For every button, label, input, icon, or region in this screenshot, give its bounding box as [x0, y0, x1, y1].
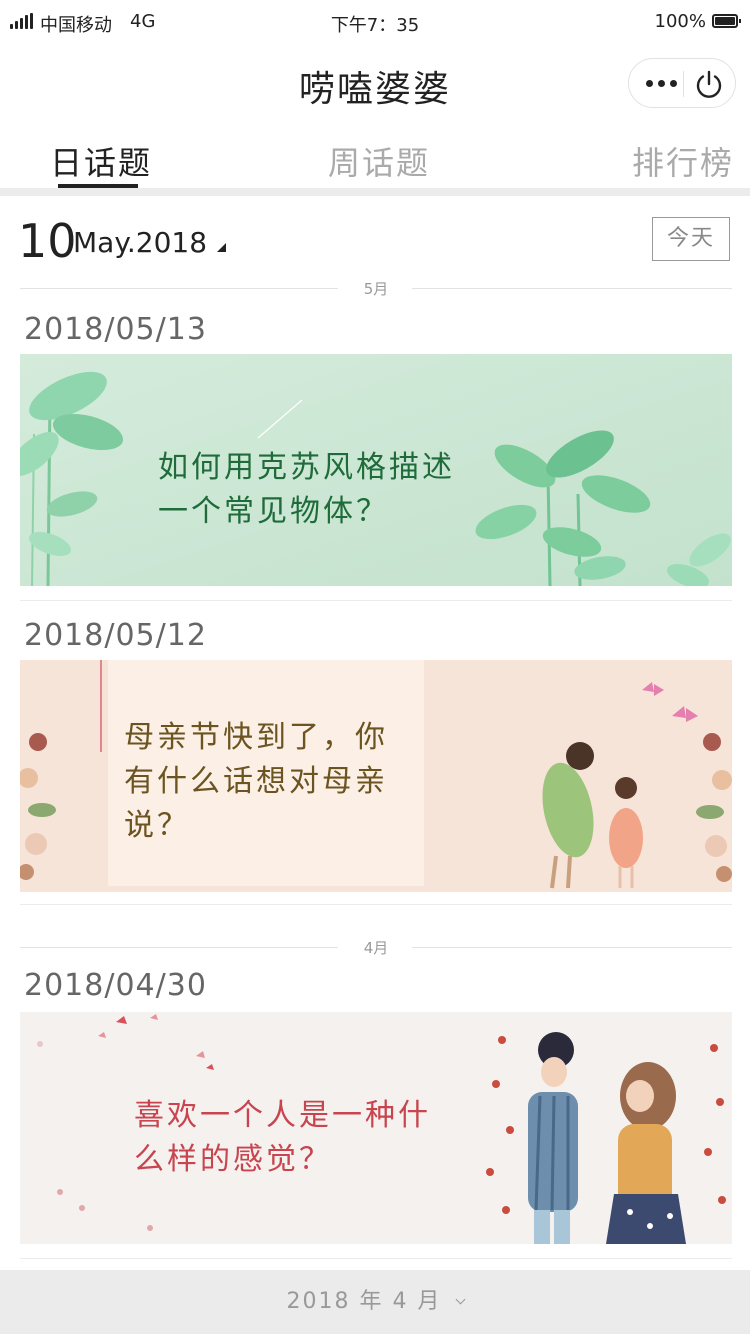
capsule-divider: [683, 71, 684, 97]
topic-title: 母亲节快到了，你 有什么话想对母亲 说？: [124, 716, 388, 848]
month-picker-bar[interactable]: 2018 年 4 月: [0, 1270, 750, 1334]
more-dots-icon[interactable]: [641, 71, 681, 95]
month-divider: 5月: [20, 278, 732, 298]
mini-program-capsule: [628, 58, 736, 108]
topic-title: 如何用克苏风格描述 一个常见物体？: [158, 446, 455, 534]
month-divider: 4月: [20, 937, 732, 957]
topic-title-line: 么样的感觉？: [134, 1142, 332, 1177]
today-button[interactable]: 今天: [652, 217, 730, 261]
topic-title-line: 有什么话想对母亲: [124, 764, 388, 799]
tab-weekly-topics[interactable]: 周话题: [328, 138, 430, 184]
current-month-year[interactable]: May.2018: [73, 226, 207, 259]
row-separator: [20, 600, 732, 601]
battery-icon: [712, 14, 741, 28]
topic-card[interactable]: 喜欢一个人是一种什 么样的感觉？: [20, 1012, 732, 1244]
tab-divider: [0, 188, 750, 196]
topic-card[interactable]: 如何用克苏风格描述 一个常见物体？: [20, 354, 732, 586]
tab-leaderboard[interactable]: 排行榜: [632, 138, 734, 184]
row-separator: [20, 1258, 732, 1259]
date-picker-arrow-icon[interactable]: [217, 243, 226, 252]
page: 中国移动 4G 下午7：35 100% 唠嗑婆婆 日话题 周话题 排行榜 10 …: [0, 0, 750, 1334]
row-separator: [20, 904, 732, 905]
power-icon[interactable]: [693, 68, 725, 100]
topic-title-line: 如何用克苏风格描述: [158, 450, 455, 485]
current-day[interactable]: 10: [18, 214, 77, 268]
topic-date: 2018/05/13: [24, 312, 207, 347]
topic-card[interactable]: 母亲节快到了，你 有什么话想对母亲 说？: [20, 660, 732, 892]
tab-daily-topics[interactable]: 日话题: [50, 138, 152, 184]
battery-percent: 100%: [654, 11, 706, 32]
status-bar: 中国移动 4G 下午7：35 100%: [0, 0, 750, 42]
status-time: 下午7：35: [330, 15, 420, 36]
chevron-down-icon[interactable]: [455, 1294, 465, 1305]
tab-bar: 日话题 周话题 排行榜: [0, 128, 750, 188]
topic-date: 2018/04/30: [24, 968, 207, 1003]
topic-title: 喜欢一个人是一种什 么样的感觉？: [134, 1094, 431, 1182]
topic-title-line: 一个常见物体？: [158, 494, 389, 529]
topic-date: 2018/05/12: [24, 618, 207, 653]
topic-title-line: 喜欢一个人是一种什: [134, 1098, 431, 1133]
month-picker-label[interactable]: 2018 年 4 月: [286, 1289, 441, 1314]
topic-title-line: 说？: [124, 808, 190, 843]
topic-title-line: 母亲节快到了，你: [124, 720, 388, 755]
